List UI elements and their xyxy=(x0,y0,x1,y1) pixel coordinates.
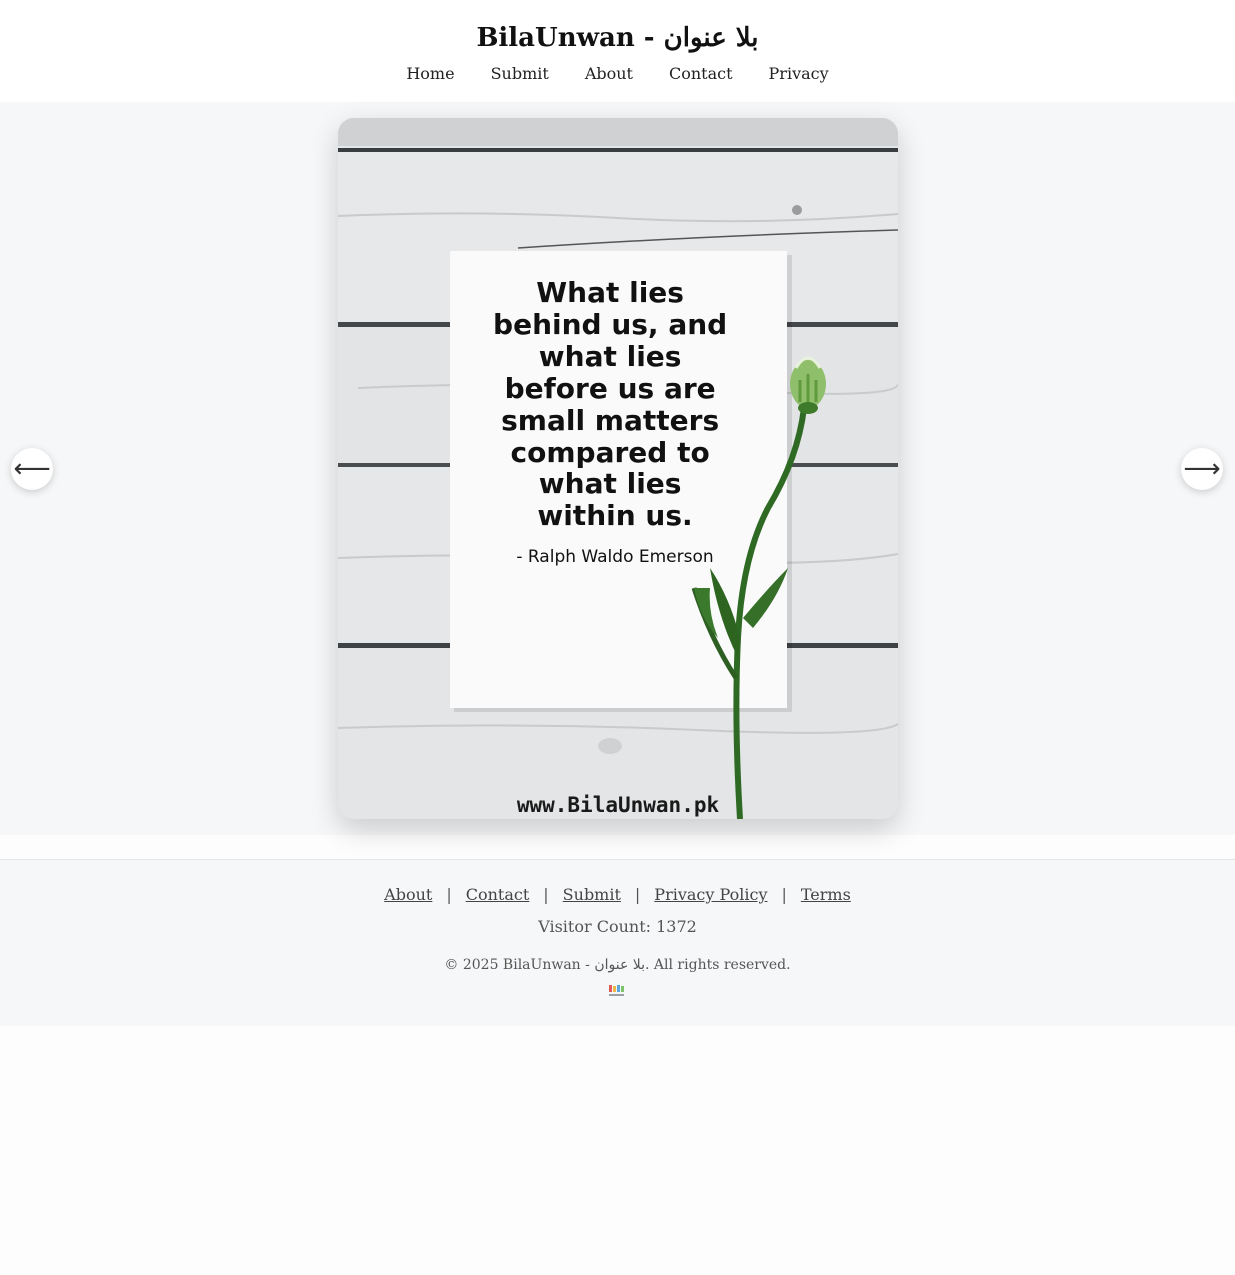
footer-link-privacy-policy[interactable]: Privacy Policy xyxy=(654,885,767,904)
footer-link-about[interactable]: About xyxy=(384,885,432,904)
footer-logo[interactable] xyxy=(607,984,627,1000)
footer-link-contact[interactable]: Contact xyxy=(466,885,530,904)
quote-line-3: what lies xyxy=(539,340,682,373)
image-gallery: ⟵ What lies behind us, and what lies bef… xyxy=(0,102,1235,835)
quote-image-graphic: What lies behind us, and what lies befor… xyxy=(338,118,898,819)
main-nav: Home Submit About Contact Privacy xyxy=(0,62,1235,86)
nav-submit[interactable]: Submit xyxy=(473,62,567,86)
image-watermark: www.BilaUnwan.pk xyxy=(517,793,720,817)
footer-separator: | xyxy=(634,885,641,904)
quote-line-6: compared to xyxy=(511,436,710,469)
site-header: BilaUnwan - بلا عنوان Home Submit About … xyxy=(0,0,1235,102)
footer-link-submit[interactable]: Submit xyxy=(563,885,621,904)
quote-line-8: within us. xyxy=(537,499,692,532)
quote-image[interactable]: What lies behind us, and what lies befor… xyxy=(338,118,898,819)
site-title[interactable]: BilaUnwan - بلا عنوان xyxy=(0,20,1235,56)
footer-link-terms[interactable]: Terms xyxy=(801,885,851,904)
nav-contact[interactable]: Contact xyxy=(651,62,751,86)
nav-about[interactable]: About xyxy=(567,62,651,86)
nav-privacy[interactable]: Privacy xyxy=(751,62,847,86)
arrow-right-icon: ⟶ xyxy=(1183,454,1221,484)
quote-line-7: what lies xyxy=(539,467,682,500)
visitor-count: Visitor Count: 1372 xyxy=(538,917,697,936)
quote-author: - Ralph Waldo Emerson xyxy=(516,547,713,567)
footer-separator: | xyxy=(543,885,549,904)
copyright: © 2025 BilaUnwan - بلا عنوان. All rights… xyxy=(444,957,791,973)
quote-line-1: What lies xyxy=(536,276,684,309)
prev-button[interactable]: ⟵ xyxy=(11,448,53,490)
footer-separator: | xyxy=(446,885,452,904)
arrow-left-icon: ⟵ xyxy=(13,454,51,484)
next-button[interactable]: ⟶ xyxy=(1181,448,1223,490)
nav-home[interactable]: Home xyxy=(388,62,472,86)
quote-line-4: before us are xyxy=(505,372,716,405)
site-footer: About | Contact | Submit | Privacy Polic… xyxy=(0,859,1235,1026)
quote-line-2: behind us, and xyxy=(493,308,727,341)
quote-line-5: small matters xyxy=(501,404,719,437)
footer-links: About | Contact | Submit | Privacy Polic… xyxy=(0,885,1235,904)
footer-separator: | xyxy=(781,885,787,904)
